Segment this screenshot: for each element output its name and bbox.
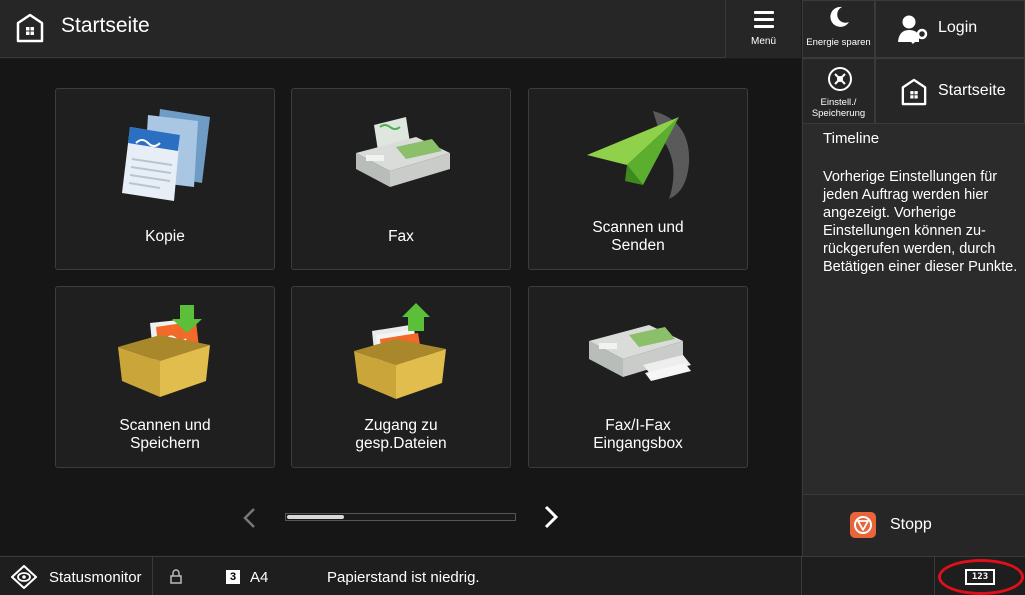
settings-register-button[interactable]: Einstell./ Speicherung (802, 58, 875, 124)
tile-label: Fax/I-Fax Eingangsbox (593, 417, 683, 452)
stop-button[interactable]: Stopp (802, 494, 1025, 556)
home-icon[interactable] (16, 13, 44, 43)
settings-label-2: Speicherung (811, 108, 866, 119)
timeline-panel: Timeline Vorherige Einstellungen für jed… (802, 124, 1025, 494)
page-scroll-thumb[interactable] (287, 515, 345, 519)
status-divider (801, 557, 802, 595)
energy-saver-button[interactable]: Energie sparen (802, 0, 875, 58)
tile-scan-store[interactable]: Scannen und Speichern (55, 286, 275, 468)
tile-label: Scannen und Senden (592, 219, 684, 254)
tile-stored-files[interactable]: Zugang zu gesp.Dateien (291, 286, 511, 468)
tile-fax-inbox[interactable]: Fax/I-Fax Eingangsbox (528, 286, 748, 468)
highlight-circle (938, 559, 1024, 595)
user-key-icon (898, 15, 928, 44)
counter-check-button[interactable]: 123 (934, 557, 1025, 595)
stored-files-icon (354, 303, 446, 399)
moon-icon (830, 6, 849, 27)
timeline-description: Vorherige Einstellungen für jeden Auftra… (823, 169, 1018, 275)
menu-button[interactable]: Menü (725, 0, 801, 58)
settings-icon (828, 67, 852, 91)
lock-icon (170, 569, 182, 584)
tile-copy[interactable]: Kopie (55, 88, 275, 270)
scan-store-icon (118, 305, 210, 397)
scan-send-icon (587, 111, 690, 199)
home-label: Startseite (938, 82, 1006, 99)
chevron-right-icon[interactable] (540, 505, 560, 529)
function-grid: Kopie Fax Scannen und Senden Scannen und… (0, 59, 801, 555)
stop-icon (850, 512, 876, 538)
fax-icon (356, 117, 450, 187)
tile-label: Fax (388, 228, 414, 245)
status-bar: Statusmonitor 3 A4 Papierstand ist niedr… (0, 556, 1025, 595)
page-scroll-indicator[interactable] (285, 513, 516, 521)
stop-label: Stopp (890, 516, 932, 533)
home-button[interactable]: Startseite (875, 58, 1025, 124)
tile-scan-send[interactable]: Scannen und Senden (528, 88, 748, 270)
menu-label: Menü (750, 36, 776, 47)
copy-icon (122, 109, 210, 201)
chevron-left-icon[interactable] (240, 507, 260, 529)
header-bar: Startseite Menü (0, 0, 801, 58)
hamburger-icon (754, 11, 774, 28)
login-button[interactable]: Login (875, 0, 1025, 58)
status-monitor-button[interactable]: Statusmonitor (0, 557, 153, 595)
timeline-title: Timeline (823, 130, 880, 147)
tile-label: Scannen und Speichern (119, 417, 211, 452)
status-monitor-label: Statusmonitor (49, 569, 142, 586)
settings-label-1: Einstell./ (820, 97, 857, 108)
tile-label: Kopie (145, 228, 185, 245)
login-label: Login (938, 19, 978, 36)
tile-label: Zugang zu gesp.Dateien (355, 417, 447, 452)
fax-inbox-icon (589, 325, 691, 381)
tile-fax[interactable]: Fax (291, 88, 511, 270)
home-icon (901, 78, 927, 106)
status-monitor-icon (11, 565, 37, 589)
status-message: Papierstand ist niedrig. (327, 569, 480, 586)
page-title: Startseite (61, 14, 150, 37)
energy-saver-label: Energie sparen (806, 37, 871, 48)
paper-tray-number: 3 (226, 570, 240, 584)
paper-size: A4 (250, 569, 269, 586)
